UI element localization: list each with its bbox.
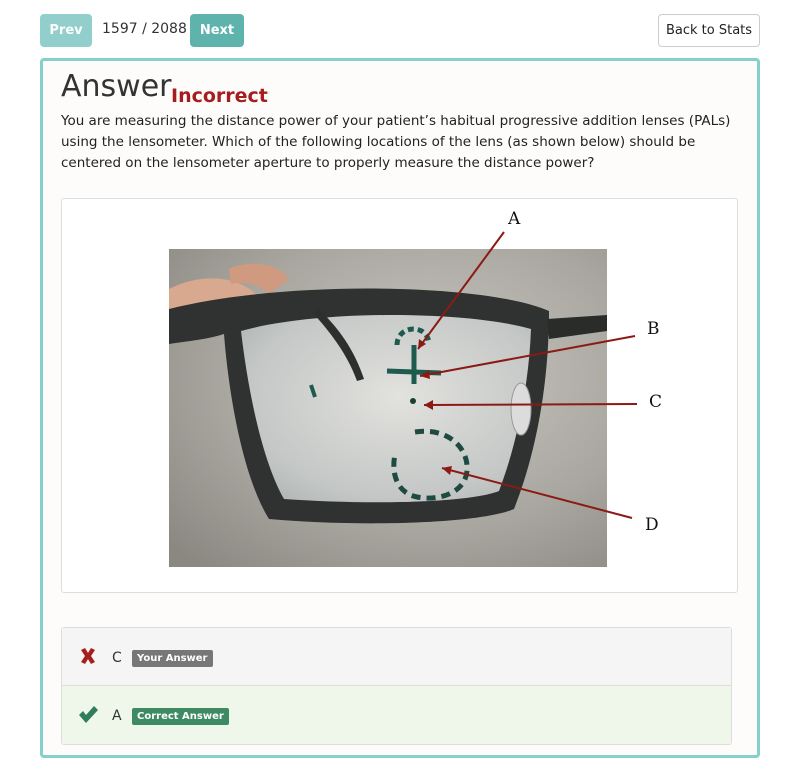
answer-letter: C [112, 650, 122, 666]
label-d: D [645, 515, 659, 535]
label-a: A [508, 209, 521, 229]
navigation-bar: Prev 1597 / 2088 Next Back to Stats [40, 14, 760, 48]
label-c: C [649, 392, 663, 412]
question-text: You are measuring the distance power of … [61, 113, 731, 171]
annotation-overlay [417, 231, 638, 519]
answer-panel: Answer Incorrect You are measuring the d… [40, 58, 760, 758]
prev-button[interactable]: Prev [40, 14, 92, 47]
next-button[interactable]: Next [190, 14, 244, 47]
answer-row-correct-answer: A Correct Answer [62, 686, 731, 744]
page-title: Answer [61, 69, 172, 104]
back-to-stats-button[interactable]: Back to Stats [658, 14, 760, 47]
x-icon [81, 648, 95, 664]
check-icon [79, 706, 98, 723]
question-counter: 1597 / 2088 [102, 21, 187, 37]
result-status: Incorrect [171, 85, 268, 107]
your-answer-badge: Your Answer [132, 650, 213, 667]
answer-choices: C Your Answer A Correct Answer [61, 627, 732, 745]
label-b: B [647, 319, 660, 339]
correct-answer-badge: Correct Answer [132, 708, 229, 725]
answer-row-your-answer: C Your Answer [62, 628, 731, 686]
question-figure: A B C D [61, 198, 738, 593]
